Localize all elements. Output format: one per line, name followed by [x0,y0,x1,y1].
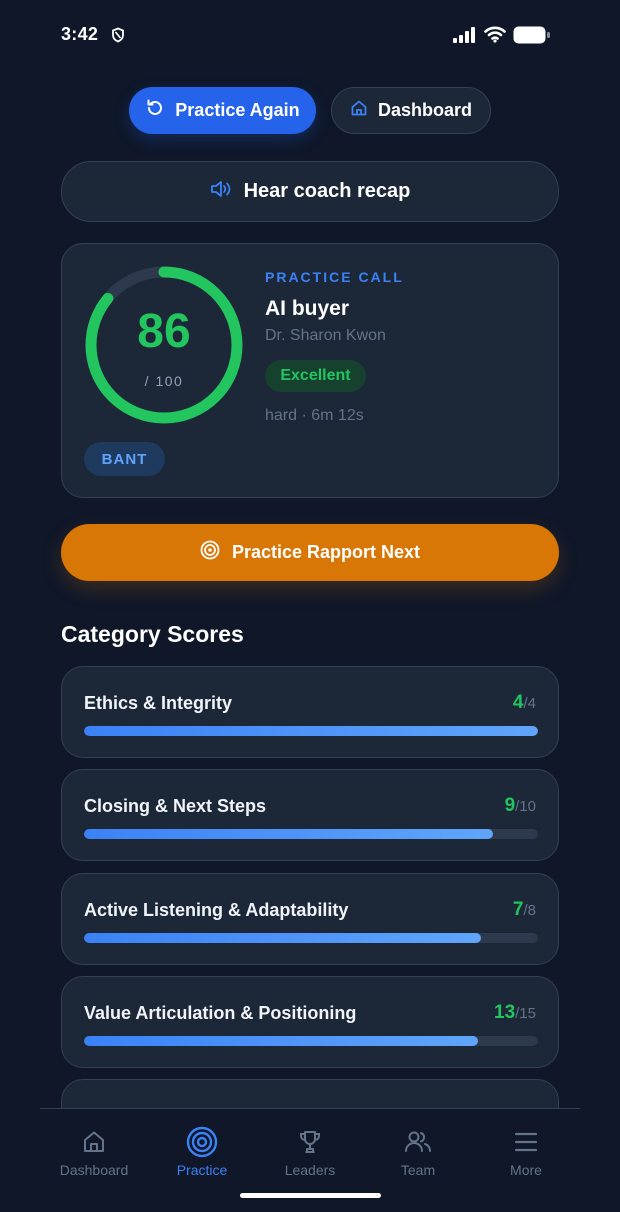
call-meta: hard · 6m 12s [265,407,364,424]
nav-item-leaders[interactable]: Leaders [256,1126,364,1186]
category-score: 13/15 [494,1002,536,1024]
nav-label: Practice [176,1162,228,1178]
category-score-value: 9 [504,795,516,816]
category-progress-bar [84,1036,538,1046]
category-score: 4/4 [513,692,536,714]
category-name: Closing & Next Steps [84,796,267,816]
category-progress-bar [84,726,538,736]
battery-icon [513,26,551,49]
category-card: Value Articulation & Positioning 13/15 [61,976,559,1068]
category-name: Ethics & Integrity [84,693,233,713]
category-card: Active Listening & Adaptability 7/8 [61,873,559,965]
dashboard-button[interactable]: Dashboard [331,87,491,134]
category-card: Ethics & Integrity 4/4 [61,666,559,758]
category-progress-fill [84,933,482,943]
practice-again-label: Practice Again [175,100,300,120]
practice-rapport-next-button[interactable]: Practice Rapport Next [61,524,559,581]
practice-rapport-next-label: Practice Rapport Next [231,542,421,562]
nav-label: Leaders [284,1162,336,1178]
users-icon [404,1126,432,1158]
buyer-title: AI buyer [265,297,350,320]
category-progress-fill [84,1036,478,1046]
nav-item-more[interactable]: More [472,1126,580,1186]
home-icon [350,99,368,122]
score-max: / 100 [144,373,184,389]
wifi-icon [484,25,506,48]
menu-icon [514,1126,538,1158]
practice-again-button[interactable]: Practice Again [129,87,316,134]
speaker-icon [210,179,232,205]
home-icon [81,1126,107,1158]
target-icon [200,540,220,565]
category-score: 9/10 [505,795,536,817]
category-card: Closing & Next Steps 9/10 [61,769,559,861]
signal-icon [453,27,477,48]
nav-item-dashboard[interactable]: Dashboard [40,1126,148,1186]
hear-coach-recap-label: Hear coach recap [243,180,411,202]
status-time: 3:42 [61,24,99,44]
nav-item-team[interactable]: Team [364,1126,472,1186]
category-name: Active Listening & Adaptability [84,900,349,920]
score-card: 86 / 100 PRACTICE CALL AI buyer Dr. Shar… [61,243,559,498]
category-score-value: 4 [512,692,524,713]
category-score-value: 13 [494,1002,516,1023]
hear-coach-recap-button[interactable]: Hear coach recap [61,161,559,222]
call-type-label: PRACTICE CALL [265,269,404,285]
dashboard-label: Dashboard [377,100,473,120]
category-progress-fill [84,829,493,839]
shield-icon [111,27,125,48]
nav-item-practice[interactable]: Practice [148,1126,256,1186]
refresh-icon [145,98,165,123]
category-scores-title: Category Scores [61,621,244,647]
rating-badge: Excellent [265,360,366,392]
status-bar: 3:42 [0,0,620,70]
category-progress-bar [84,829,538,839]
score-value: 86 [137,305,191,358]
nav-label: More [510,1162,542,1178]
home-indicator [240,1193,381,1198]
nav-label: Team [400,1162,436,1178]
category-score-max: /10 [515,798,536,815]
category-name: Value Articulation & Positioning [84,1003,357,1023]
trophy-icon [297,1126,323,1158]
buyer-name: Dr. Sharon Kwon [265,327,386,344]
category-progress-fill [84,726,538,736]
category-score-max: /15 [515,1005,536,1022]
category-score-max: /4 [523,695,536,712]
framework-badge: BANT [84,442,165,476]
category-score: 7/8 [513,899,536,921]
target-icon [186,1126,218,1158]
category-score-value: 7 [512,899,524,920]
nav-label: Dashboard [59,1162,129,1178]
nav-divider [40,1108,580,1109]
category-score-max: /8 [523,902,536,919]
category-progress-bar [84,933,538,943]
